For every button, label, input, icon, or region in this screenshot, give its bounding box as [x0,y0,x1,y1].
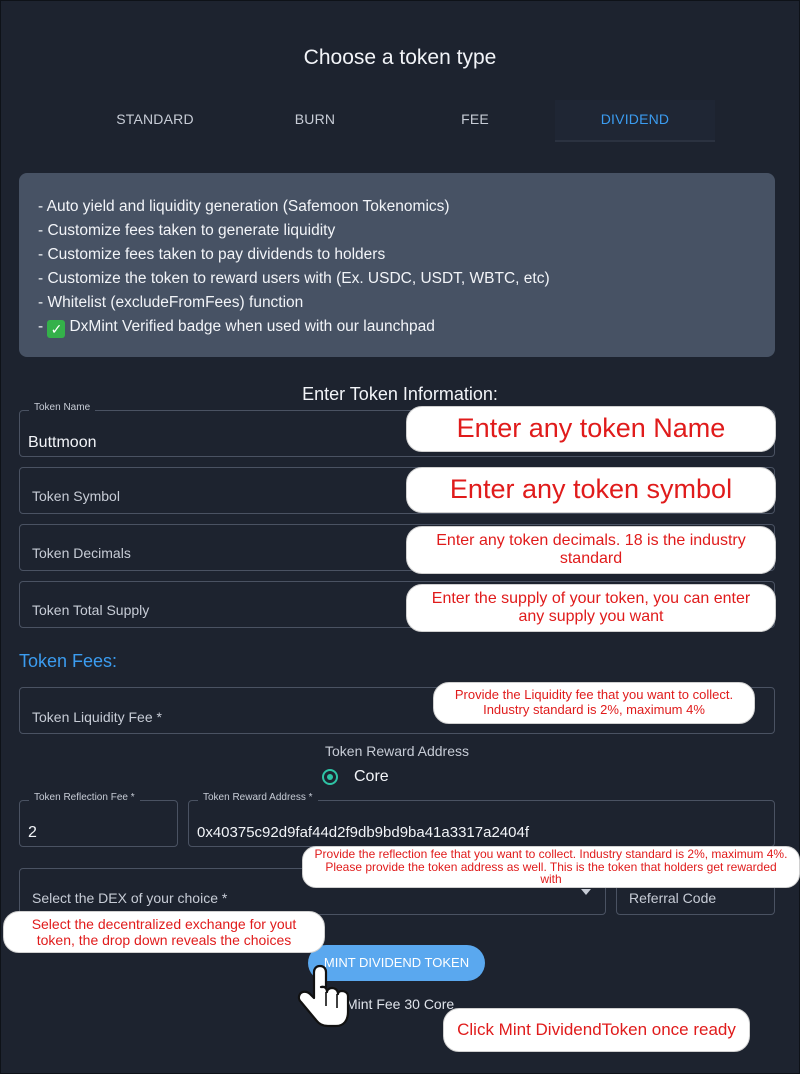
radio-selected-icon [322,769,338,785]
liquidity-fee-placeholder: Token Liquidity Fee * [32,709,162,725]
token-decimals-placeholder: Token Decimals [32,545,131,561]
annotation-reflection-fee: Provide the reflection fee that you want… [302,846,800,888]
dex-select-placeholder: Select the DEX of your choice * [32,890,228,906]
reward-address-title: Token Reward Address [325,743,469,759]
mint-fee-text: Mint Fee 30 Core [346,996,455,1012]
reflection-fee-value: 2 [28,824,37,841]
tab-fee[interactable]: FEE [395,100,555,140]
tab-burn[interactable]: BURN [235,100,395,140]
reward-address-value: 0x40375c92d9faf44d2f9db9bd9ba41a3317a240… [197,824,529,841]
feature-item: - Auto yield and liquidity generation (S… [38,198,450,215]
token-symbol-placeholder: Token Symbol [32,488,120,504]
section-title: Enter Token Information: [302,384,498,404]
annotation-mint-button: Click Mint DividendToken once ready [443,1008,750,1052]
check-badge-icon: ✓ [47,320,66,338]
referral-code-placeholder: Referral Code [629,890,717,906]
token-name-value: Buttmoon [28,434,97,451]
token-type-tabs: STANDARD BURN FEE DIVIDEND [75,100,715,142]
feature-item: - Customize fees taken to generate liqui… [38,222,336,239]
feature-item-verified: - ✓ DxMint Verified badge when used with … [38,315,775,339]
token-name-label: Token Name [29,402,96,413]
feature-item: - Customize the token to reward users wi… [38,270,550,287]
annotation-token-decimals: Enter any token decimals. 18 is the indu… [406,526,776,574]
annotation-token-supply: Enter the supply of your token, you can … [406,584,776,632]
annotation-dex-select: Select the decentralized exchange for yo… [3,911,325,953]
reflection-fee-label: Token Reflection Fee * [29,792,140,803]
tab-standard[interactable]: STANDARD [75,100,235,140]
feature-item: - Whitelist (excludeFromFees) function [38,294,304,311]
reward-address-field[interactable]: Token Reward Address * 0x40375c92d9faf44… [188,792,775,847]
token-total-supply-placeholder: Token Total Supply [32,602,150,618]
annotation-token-symbol: Enter any token symbol [406,467,776,513]
hand-pointer-icon [297,964,350,1028]
tab-dividend[interactable]: DIVIDEND [555,100,715,142]
page-title: Choose a token type [303,46,497,69]
reflection-fee-field[interactable]: Token Reflection Fee * 2 [19,792,178,847]
token-fees-title: Token Fees: [19,651,118,671]
chevron-down-icon [581,889,591,895]
feature-item: - Customize fees taken to pay dividends … [38,246,386,263]
feature-list-box: - Auto yield and liquidity generation (S… [19,173,775,357]
annotation-liquidity-fee: Provide the Liquidity fee that you want … [433,682,755,724]
feature-prefix: - [38,318,48,335]
reward-option-label: Core [354,768,389,785]
annotation-token-name: Enter any token Name [406,406,776,452]
feature-text: DxMint Verified badge when used with our… [69,318,435,335]
reward-address-label: Token Reward Address * [198,792,318,803]
